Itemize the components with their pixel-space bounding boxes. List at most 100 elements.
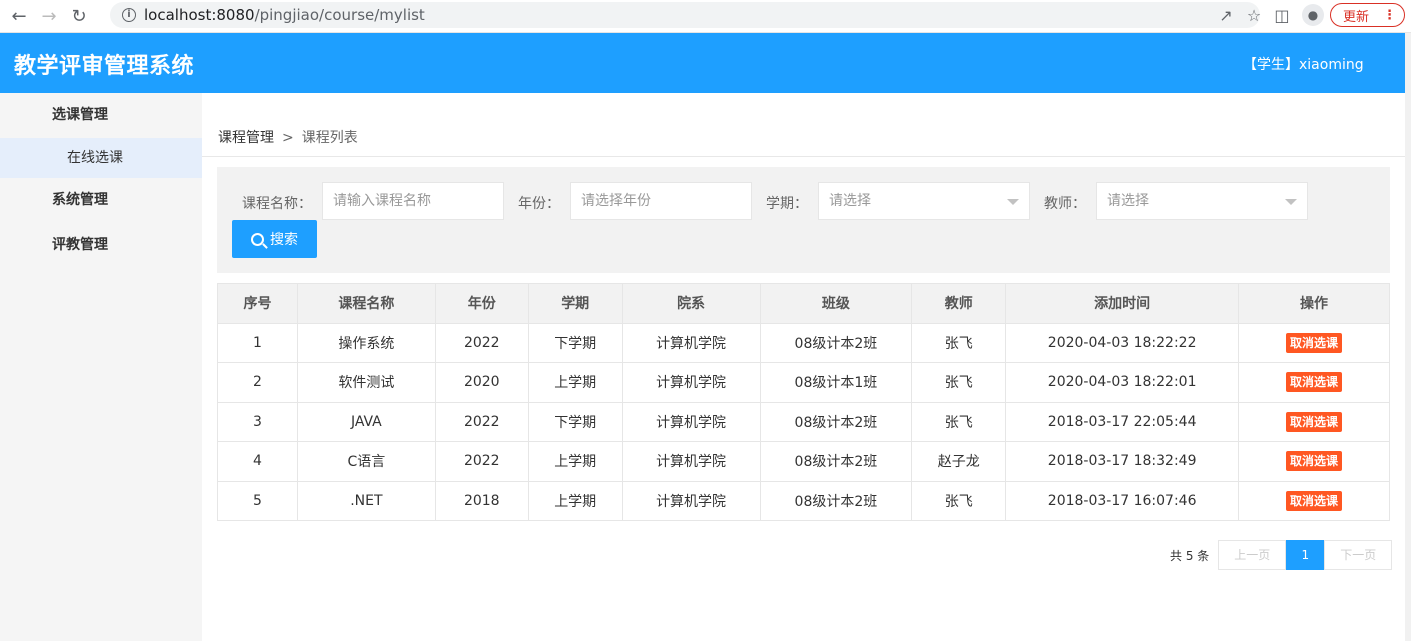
course-name-label: 课程名称： (242, 196, 312, 212)
table-cell: 取消选课 (1238, 362, 1390, 403)
sidebar-item-system[interactable]: 系统管理 (0, 178, 202, 223)
table-cell: 5 (217, 480, 298, 521)
browser-toolbar: ← → ↻ i localhost:8080/pingjiao/course/m… (0, 0, 1411, 33)
cancel-selection-button[interactable]: 取消选课 (1286, 332, 1343, 353)
col-header: 院系 (621, 283, 761, 324)
table-cell: 上学期 (527, 480, 623, 521)
cancel-selection-button[interactable]: 取消选课 (1286, 451, 1343, 472)
app-title: 教学评审管理系统 (14, 54, 195, 79)
address-bar[interactable]: i localhost:8080/pingjiao/course/mylist (110, 2, 1260, 28)
table-cell: 操作系统 (296, 322, 436, 363)
teacher-select-value: 请选择 (1107, 193, 1149, 209)
main-content: 课程管理 > 课程列表 课程名称： 请输入课程名称 年份： 请选择年份 学期： 请选… (202, 93, 1405, 641)
sidebar: 选课管理 在线选课 系统管理 评教管理 (0, 93, 202, 641)
pagination: 共 5 条 上一页 1 下一页 (1170, 540, 1393, 570)
year-picker-input[interactable]: 请选择年份 (570, 182, 752, 220)
current-user[interactable]: 【学生】xiaoming (1243, 54, 1364, 74)
course-name-input[interactable]: 请输入课程名称 (322, 182, 504, 220)
divider (202, 156, 1405, 157)
table-cell: 2018 (434, 480, 529, 521)
table-cell: 2022 (434, 401, 529, 442)
table-cell: 张飞 (911, 480, 1007, 521)
col-header: 班级 (759, 283, 913, 324)
update-button[interactable]: 更新 ⋮ (1329, 3, 1405, 27)
table-cell: 张飞 (911, 401, 1007, 442)
table-cell: 取消选课 (1238, 322, 1390, 363)
course-table: 序号 课程名称 年份 学期 院系 班级 教师 添加时间 操作 1 操作系统 20… (217, 283, 1390, 521)
table-cell: 计算机学院 (621, 362, 761, 403)
table-cell: 08级计本2班 (759, 480, 913, 521)
col-header: 操作 (1238, 283, 1390, 324)
table-cell: .NET (296, 480, 436, 521)
cancel-selection-button[interactable]: 取消选课 (1286, 411, 1343, 432)
table-cell: 上学期 (527, 362, 623, 403)
prev-page-button[interactable]: 上一页 (1218, 540, 1287, 570)
teacher-select[interactable]: 请选择 (1096, 182, 1308, 220)
table-cell: C语言 (296, 441, 436, 482)
term-select[interactable]: 请选择 (818, 182, 1030, 220)
profile-avatar-icon[interactable]: ● (1301, 4, 1324, 26)
chevron-down-icon (1285, 199, 1297, 205)
breadcrumb-parent[interactable]: 课程管理 (218, 130, 274, 146)
bookmark-star-icon[interactable]: ☆ (1240, 1, 1268, 29)
col-header: 添加时间 (1005, 283, 1240, 324)
term-label: 学期： (766, 196, 808, 212)
table-header-row: 序号 课程名称 年份 学期 院系 班级 教师 添加时间 操作 (217, 283, 1390, 324)
table-row: 5 .NET 2018 上学期 计算机学院 08级计本2班 张飞 2018-03… (217, 480, 1390, 521)
col-header: 教师 (911, 283, 1007, 324)
table-cell: 下学期 (527, 401, 623, 442)
table-cell: 2018-03-17 22:05:44 (1005, 401, 1240, 442)
col-header: 学期 (527, 283, 623, 324)
table-cell: 取消选课 (1238, 401, 1390, 442)
table-cell: 上学期 (527, 441, 623, 482)
url-path: /pingjiao/course/mylist (254, 6, 425, 24)
table-cell: 取消选课 (1238, 441, 1390, 482)
table-cell: 张飞 (911, 322, 1007, 363)
chevron-down-icon (1007, 199, 1019, 205)
app-header: 教学评审管理系统 【学生】xiaoming (0, 33, 1405, 93)
table-cell: 计算机学院 (621, 322, 761, 363)
reload-icon[interactable]: ↻ (64, 1, 94, 31)
cancel-selection-button[interactable]: 取消选课 (1286, 372, 1343, 393)
col-header: 课程名称 (296, 283, 436, 324)
sidebar-item-online-selection[interactable]: 在线选课 (0, 138, 202, 178)
page-number-current[interactable]: 1 (1286, 540, 1325, 570)
search-button[interactable]: 搜索 (232, 220, 317, 258)
cancel-selection-button[interactable]: 取消选课 (1286, 490, 1343, 511)
table-cell: 4 (217, 441, 298, 482)
term-select-value: 请选择 (829, 193, 871, 209)
back-arrow-icon[interactable]: ← (4, 1, 34, 31)
table-cell: 08级计本2班 (759, 401, 913, 442)
table-cell: 赵子龙 (911, 441, 1007, 482)
table-row: 1 操作系统 2022 下学期 计算机学院 08级计本2班 张飞 2020-04… (217, 322, 1390, 363)
table-cell: 2020-04-03 18:22:22 (1005, 322, 1240, 363)
table-cell: 计算机学院 (621, 401, 761, 442)
next-page-button[interactable]: 下一页 (1324, 540, 1393, 570)
table-row: 2 软件测试 2020 上学期 计算机学院 08级计本1班 张飞 2020-04… (217, 362, 1390, 403)
table-cell: 1 (217, 322, 298, 363)
table-cell: 取消选课 (1238, 480, 1390, 521)
search-panel: 课程名称： 请输入课程名称 年份： 请选择年份 学期： 请选择 教师： 请选择 … (217, 167, 1390, 273)
side-panel-icon[interactable]: ◫ (1268, 1, 1296, 29)
total-count: 共 5 条 (1170, 548, 1210, 563)
table-cell: 2018-03-17 16:07:46 (1005, 480, 1240, 521)
site-info-icon[interactable]: i (122, 8, 136, 22)
breadcrumb: 课程管理 > 课程列表 (218, 127, 358, 147)
sidebar-item-course-selection[interactable]: 选课管理 (0, 93, 202, 138)
table-cell: 2020-04-03 18:22:01 (1005, 362, 1240, 403)
table-cell: 08级计本2班 (759, 441, 913, 482)
scrollbar-track[interactable] (1405, 33, 1411, 641)
table-cell: 3 (217, 401, 298, 442)
forward-arrow-icon[interactable]: → (34, 1, 64, 31)
breadcrumb-separator: > (282, 130, 294, 146)
search-button-label: 搜索 (270, 232, 298, 248)
share-icon[interactable]: ↗ (1212, 1, 1240, 29)
table-row: 3 JAVA 2022 下学期 计算机学院 08级计本2班 张飞 2018-03… (217, 401, 1390, 442)
more-menu-icon[interactable]: ⋮ (1383, 8, 1396, 23)
table-cell: 2022 (434, 322, 529, 363)
table-row: 4 C语言 2022 上学期 计算机学院 08级计本2班 赵子龙 2018-03… (217, 441, 1390, 482)
browser-actions: ↗ ☆ ◫ ● 更新 ⋮ (1212, 0, 1411, 30)
table-cell: 计算机学院 (621, 441, 761, 482)
sidebar-item-evaluation[interactable]: 评教管理 (0, 223, 202, 268)
table-cell: 08级计本2班 (759, 322, 913, 363)
